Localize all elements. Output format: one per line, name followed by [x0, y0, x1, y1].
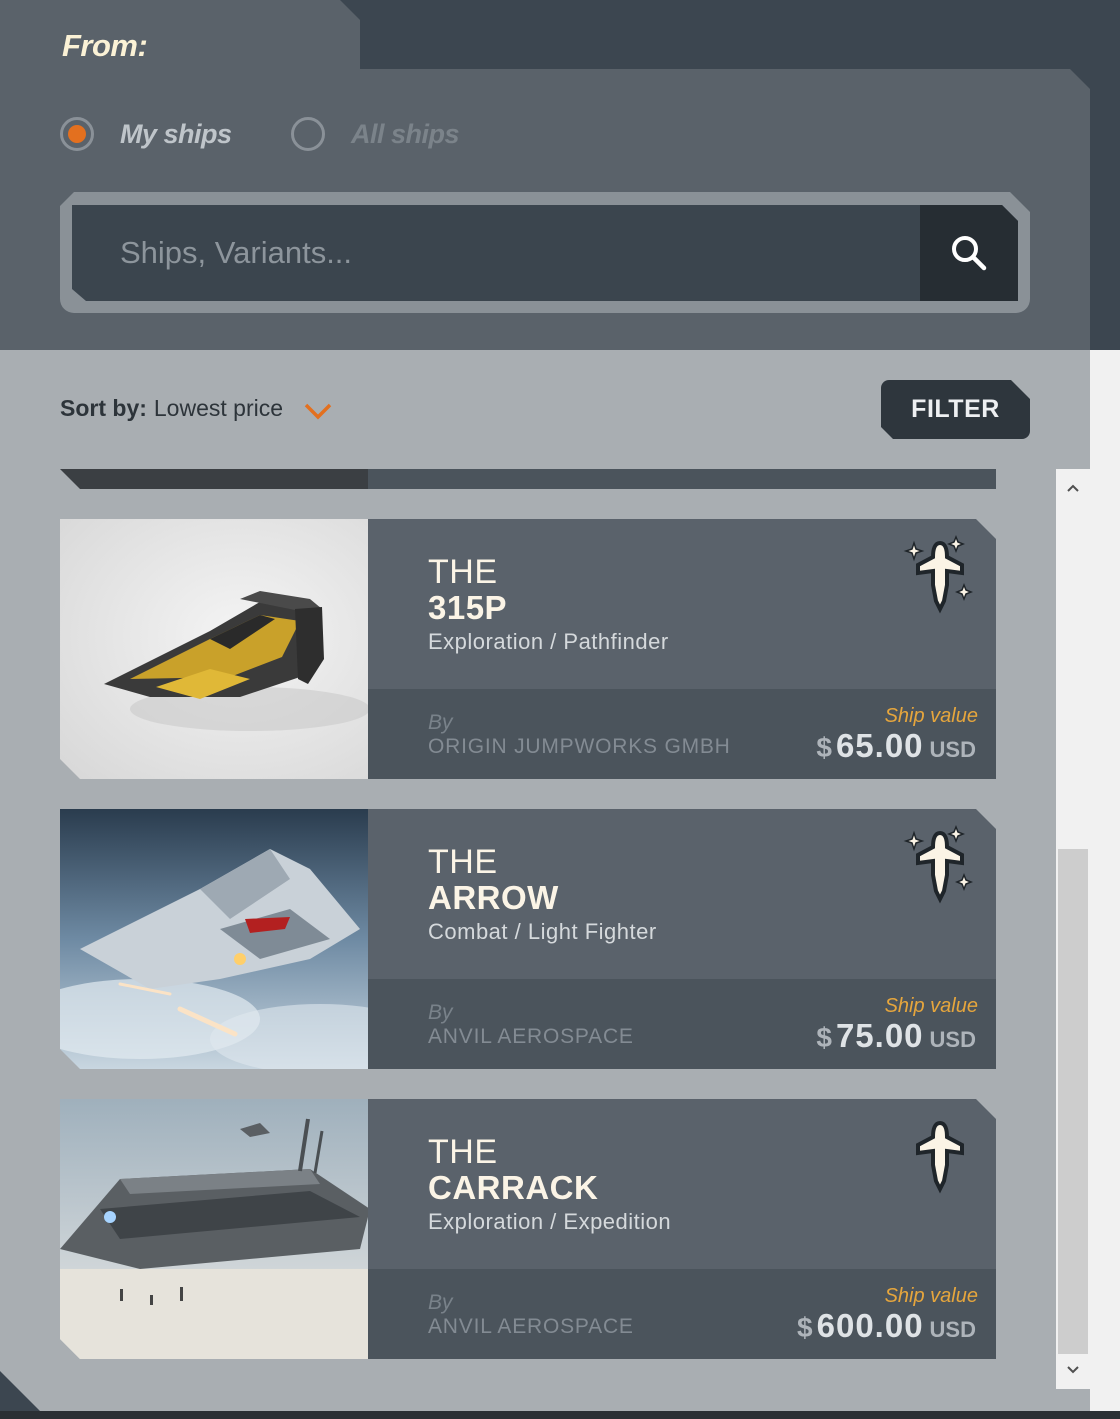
ship-name: CARRACK: [428, 1169, 599, 1206]
ship-the: THE: [428, 843, 498, 881]
partial-ship-card[interactable]: [60, 469, 996, 489]
chevron-down-icon: [304, 403, 332, 419]
radio-my-ships-label: My ships: [120, 118, 232, 149]
currency-code: USD: [929, 1317, 976, 1342]
scroll-down-button[interactable]: [1056, 1353, 1090, 1387]
radio-all-ships[interactable]: All ships: [291, 112, 460, 156]
scrollbar-thumb[interactable]: [1058, 849, 1088, 1354]
ship-value-label: Ship value: [884, 995, 978, 1017]
currency-symbol: $: [816, 1022, 832, 1053]
ship-image: [60, 1099, 388, 1359]
price-amount: 65.00: [835, 727, 924, 764]
price-amount: 600.00: [816, 1307, 924, 1344]
ship-role: Exploration / Expedition: [428, 1209, 672, 1234]
manufacturer: ANVIL AEROSPACE: [428, 1025, 634, 1048]
ship-the: THE: [428, 1133, 498, 1171]
by-label: By: [428, 1291, 453, 1314]
ship-sparkle-icon: [902, 534, 978, 619]
chevron-down-icon: [1067, 1366, 1079, 1374]
ship-card[interactable]: THE 315P Exploration / Pathfinder By ORI…: [60, 519, 996, 779]
currency-code: USD: [929, 1027, 976, 1052]
ship-image: [60, 809, 388, 1069]
price-amount: 75.00: [835, 1017, 924, 1054]
manufacturer: ORIGIN JUMPWORKS GMBH: [428, 735, 731, 758]
ship-card[interactable]: THE ARROW Combat / Light Fighter By ANVI…: [60, 809, 996, 1069]
search-icon: [952, 236, 987, 271]
ship-role: Exploration / Pathfinder: [428, 629, 669, 654]
radio-all-ships-label: All ships: [351, 118, 460, 149]
scrollbar[interactable]: [1056, 469, 1090, 1389]
ship-name: 315P: [428, 589, 508, 626]
ship-value-label: Ship value: [884, 705, 978, 727]
ship-price: $ 75.00 USD: [816, 1017, 976, 1055]
currency-symbol: $: [797, 1312, 813, 1343]
ship-role: Combat / Light Fighter: [428, 919, 657, 944]
radio-my-ships[interactable]: My ships: [60, 112, 232, 156]
partial-card-info: [368, 469, 996, 489]
currency-code: USD: [929, 737, 976, 762]
sort-label: Sort by:: [60, 395, 147, 421]
by-label: By: [428, 1001, 453, 1024]
ship-image: [60, 519, 388, 779]
radio-selected-icon[interactable]: [60, 117, 94, 151]
ship-price: $ 65.00 USD: [816, 727, 976, 765]
ship-sparkle-icon: [902, 824, 978, 909]
radio-dot: [68, 125, 86, 143]
search-button[interactable]: [920, 205, 1018, 301]
sort-dropdown[interactable]: Sort by: Lowest price: [60, 395, 333, 422]
partial-card-image: [60, 469, 390, 489]
sort-value: Lowest price: [153, 395, 284, 421]
ship-card[interactable]: THE CARRACK Exploration / Expedition By …: [60, 1099, 996, 1359]
currency-symbol: $: [816, 732, 832, 763]
scroll-up-button[interactable]: [1056, 471, 1090, 505]
filter-label: FILTER: [911, 395, 1000, 423]
filter-button[interactable]: FILTER: [881, 380, 1030, 439]
ship-icon: [902, 1115, 978, 1199]
ship-price: $ 600.00 USD: [797, 1307, 976, 1345]
window-bottom-edge: [0, 1411, 1120, 1419]
by-label: By: [428, 711, 453, 734]
search-input[interactable]: [72, 205, 920, 301]
right-gutter: [1090, 350, 1120, 1411]
ship-name: ARROW: [428, 879, 559, 916]
from-label: From:: [62, 28, 148, 63]
ship-value-label: Ship value: [884, 1285, 978, 1307]
chevron-up-icon: [1067, 484, 1079, 492]
radio-unselected-icon[interactable]: [291, 117, 325, 151]
ship-the: THE: [428, 553, 498, 591]
manufacturer: ANVIL AEROSPACE: [428, 1315, 634, 1338]
